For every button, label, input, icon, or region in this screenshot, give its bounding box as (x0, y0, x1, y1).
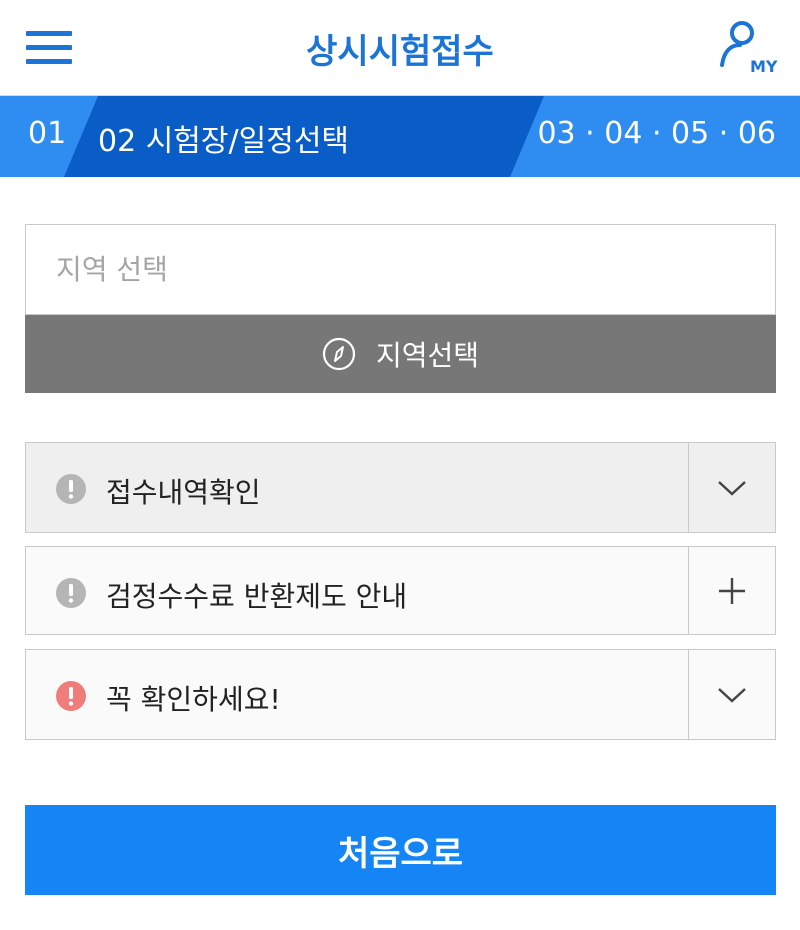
accordion-label: 접수내역확인 (106, 476, 261, 509)
step-progress-bar: 01 02 시험장/일정선택 03 · 04 · 05 · 06 (0, 96, 800, 177)
accordion-toggle[interactable] (688, 443, 775, 532)
region-input[interactable] (25, 224, 776, 315)
accordion-reception-history[interactable]: 접수내역확인 (25, 442, 776, 533)
chevron-down-icon (718, 480, 746, 496)
app-header: 상시시험접수 MY (0, 0, 800, 96)
info-gray-icon (56, 578, 86, 608)
accordion-toggle[interactable] (688, 650, 775, 739)
alert-red-icon (56, 681, 86, 711)
my-label: MY (750, 57, 778, 76)
chevron-down-icon (718, 687, 746, 703)
accordion-fee-refund[interactable]: 검정수수료 반환제도 안내 (25, 546, 776, 635)
region-select-label: 지역선택 (375, 339, 480, 372)
step-01: 01 (28, 116, 67, 151)
step-remaining: 03 · 04 · 05 · 06 (537, 116, 776, 151)
accordion-must-check[interactable]: 꼭 확인하세요! (25, 649, 776, 740)
compass-icon (322, 337, 356, 371)
info-gray-icon (56, 474, 86, 504)
accordion-label: 꼭 확인하세요! (106, 683, 281, 716)
accordion-label: 검정수수료 반환제도 안내 (106, 580, 408, 613)
home-button[interactable]: 처음으로 (25, 805, 776, 895)
my-page-button[interactable]: MY (718, 20, 782, 78)
region-select-button[interactable]: 지역선택 (25, 315, 776, 393)
page-title: 상시시험접수 (306, 32, 494, 72)
plus-icon (719, 577, 745, 604)
step-current: 02 시험장/일정선택 (98, 124, 350, 159)
accordion-toggle[interactable] (688, 547, 775, 634)
